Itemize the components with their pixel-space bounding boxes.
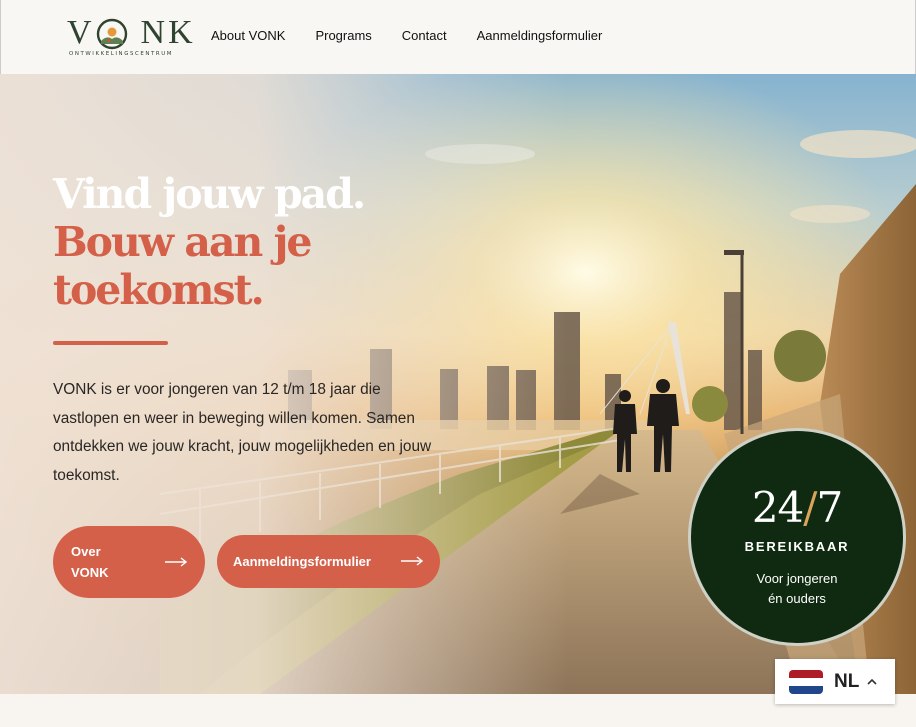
badge-subtext-line1: Voor jongeren: [756, 571, 838, 586]
arrow-right-icon: [401, 556, 423, 566]
vonk-logo[interactable]: V NK ONTWIKKELINGSCENTRUM: [67, 16, 193, 60]
badge-hours-b: 7: [816, 483, 843, 532]
about-vonk-button[interactable]: Over VONK: [53, 526, 205, 598]
language-switcher[interactable]: NL: [775, 659, 895, 704]
nav-programs[interactable]: Programs: [315, 28, 371, 43]
hero-title-line2b: toekomst.: [53, 266, 265, 314]
language-code: NL: [834, 670, 860, 692]
about-vonk-label: Over VONK: [71, 541, 131, 583]
registration-form-label: Aanmeldingsformulier: [233, 554, 371, 569]
hero-title-line1: Vind jouw pad.: [53, 170, 366, 218]
badge-slash: /: [803, 483, 817, 532]
hero-title: Vind jouw pad. Bouw aan je toekomst.: [53, 170, 366, 314]
arrow-right-icon: [165, 557, 187, 567]
about-vonk-label-line1: Over: [71, 544, 101, 559]
badge-subtext-line2: én ouders: [768, 591, 826, 606]
availability-badge: 24/7 BEREIKBAAR Voor jongeren én ouders: [688, 428, 906, 646]
nav-contact[interactable]: Contact: [402, 28, 447, 43]
logo-wordmark: V NK: [67, 14, 196, 51]
hero-divider: [53, 341, 168, 345]
registration-form-button[interactable]: Aanmeldingsformulier: [217, 535, 440, 588]
logo-subtitle: ONTWIKKELINGSCENTRUM: [69, 51, 174, 57]
badge-hours-a: 24: [751, 483, 804, 532]
nav-registration-form[interactable]: Aanmeldingsformulier: [477, 28, 603, 43]
badge-hours: 24/7: [691, 483, 903, 532]
site-header: V NK ONTWIKKELINGSCENTRUM About VONK Pro…: [0, 0, 916, 74]
main-nav: About VONK Programs Contact Aanmeldingsf…: [211, 28, 602, 43]
nav-about[interactable]: About VONK: [211, 28, 285, 43]
about-vonk-label-line2: VONK: [71, 565, 109, 580]
netherlands-flag-icon: [789, 669, 823, 694]
hero-intro: VONK is er voor jongeren van 12 t/m 18 j…: [53, 381, 432, 484]
hero-section: Vind jouw pad. Bouw aan je toekomst. VON…: [0, 74, 916, 694]
badge-label: BEREIKBAAR: [744, 539, 850, 554]
hero-title-line2a: Bouw aan je: [53, 218, 313, 266]
logo-sun-icon: [96, 18, 128, 50]
badge-subtext: Voor jongeren én ouders: [691, 569, 903, 609]
chevron-up-icon: [867, 678, 877, 685]
